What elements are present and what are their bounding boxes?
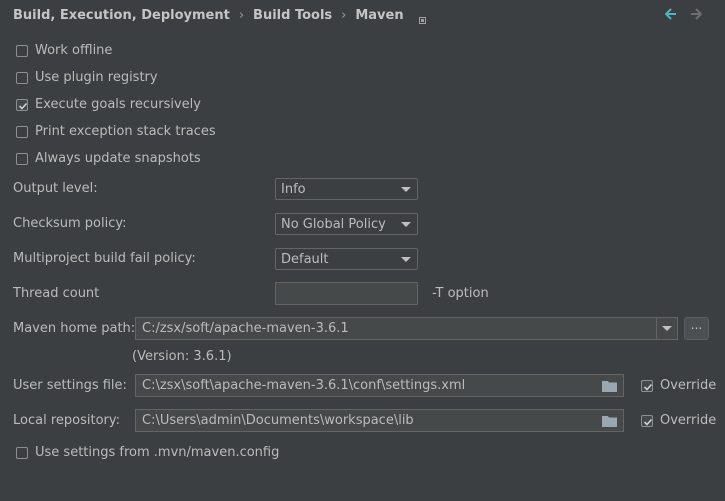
user-settings-input[interactable]: C:\zsx\soft\apache-maven-3.6.1\conf\sett…: [135, 374, 624, 397]
local-repo-override-checkbox[interactable]: Override: [641, 413, 716, 428]
arrow-right-icon[interactable]: [690, 8, 703, 24]
user-settings-label: User settings file:: [13, 378, 127, 393]
maven-home-combo[interactable]: C:/zsx/soft/apache-maven-3.6.1: [135, 317, 678, 340]
mvn-config-checkbox[interactable]: Use settings from .mvn/maven.config: [16, 445, 279, 460]
check-icon: [643, 418, 653, 426]
arrow-left-icon[interactable]: [664, 8, 677, 24]
checksum-policy-value: No Global Policy: [281, 216, 386, 232]
always-update-snapshots-checkbox[interactable]: Always update snapshots: [16, 151, 201, 166]
checksum-policy-select[interactable]: No Global Policy: [275, 213, 418, 235]
output-level-value: Info: [281, 181, 306, 197]
checkbox-label: Print exception stack traces: [35, 124, 216, 139]
checkbox-label: Use settings from .mvn/maven.config: [35, 445, 280, 460]
breadcrumb-separator: ›: [238, 7, 245, 23]
thread-count-input[interactable]: [275, 282, 418, 305]
checkbox-label: Execute goals recursively: [35, 97, 201, 112]
checkbox-box[interactable]: [16, 446, 28, 459]
checkbox-box[interactable]: [16, 98, 28, 111]
fail-policy-value: Default: [281, 251, 329, 267]
checkbox-box[interactable]: [641, 414, 653, 427]
checkbox-box[interactable]: [16, 44, 28, 57]
checkbox-label: Use plugin registry: [35, 70, 158, 85]
local-repo-label: Local repository:: [13, 413, 120, 428]
breadcrumb-item-build-tools[interactable]: Build Tools: [253, 8, 332, 23]
checkbox-label: Work offline: [35, 43, 113, 58]
maven-version-text: (Version: 3.6.1): [132, 349, 232, 364]
user-settings-value: C:\zsx\soft\apache-maven-3.6.1\conf\sett…: [142, 378, 466, 393]
folder-icon[interactable]: [602, 415, 617, 431]
chevron-down-icon: [662, 326, 672, 331]
checksum-policy-label: Checksum policy:: [13, 216, 127, 231]
output-level-select[interactable]: Info: [275, 178, 418, 200]
maven-home-dropdown-button[interactable]: [656, 318, 677, 339]
breadcrumb-item-build[interactable]: Build, Execution, Deployment: [13, 8, 230, 23]
override-label: Override: [660, 378, 717, 393]
fail-policy-label: Multiproject build fail policy:: [13, 251, 196, 266]
chevron-down-icon: [401, 257, 411, 262]
thread-count-label: Thread count: [13, 286, 100, 301]
work-offline-checkbox[interactable]: Work offline: [16, 43, 112, 58]
override-label: Override: [660, 413, 717, 428]
browse-button[interactable]: ...: [684, 317, 709, 340]
checkbox-box[interactable]: [16, 152, 28, 165]
breadcrumb-item-maven: Maven: [355, 7, 404, 23]
fail-policy-select[interactable]: Default: [275, 248, 418, 270]
user-settings-override-checkbox[interactable]: Override: [641, 378, 716, 393]
chevron-down-icon: [401, 222, 411, 227]
execute-goals-recursively-checkbox[interactable]: Execute goals recursively: [16, 97, 201, 112]
breadcrumb: Build, Execution, Deployment › Build Too…: [13, 6, 426, 24]
checkbox-box[interactable]: [16, 125, 28, 138]
checkbox-label: Always update snapshots: [35, 151, 201, 166]
maven-home-label: Maven home path:: [13, 321, 136, 336]
use-plugin-registry-checkbox[interactable]: Use plugin registry: [16, 70, 158, 85]
pin-icon[interactable]: [418, 13, 426, 24]
folder-icon[interactable]: [602, 380, 617, 396]
check-icon: [643, 383, 653, 391]
thread-count-suffix: -T option: [432, 286, 489, 301]
local-repo-value: C:\Users\admin\Documents\workspace\lib: [142, 413, 414, 428]
maven-home-value: C:/zsx/soft/apache-maven-3.6.1: [142, 321, 349, 336]
checkbox-box[interactable]: [641, 379, 653, 392]
local-repo-input[interactable]: C:\Users\admin\Documents\workspace\lib: [135, 409, 624, 432]
print-exception-checkbox[interactable]: Print exception stack traces: [16, 124, 216, 139]
checkbox-box[interactable]: [16, 71, 28, 84]
output-level-label: Output level:: [13, 181, 98, 196]
chevron-down-icon: [401, 187, 411, 192]
check-icon: [18, 102, 28, 110]
breadcrumb-separator: ›: [341, 7, 347, 23]
